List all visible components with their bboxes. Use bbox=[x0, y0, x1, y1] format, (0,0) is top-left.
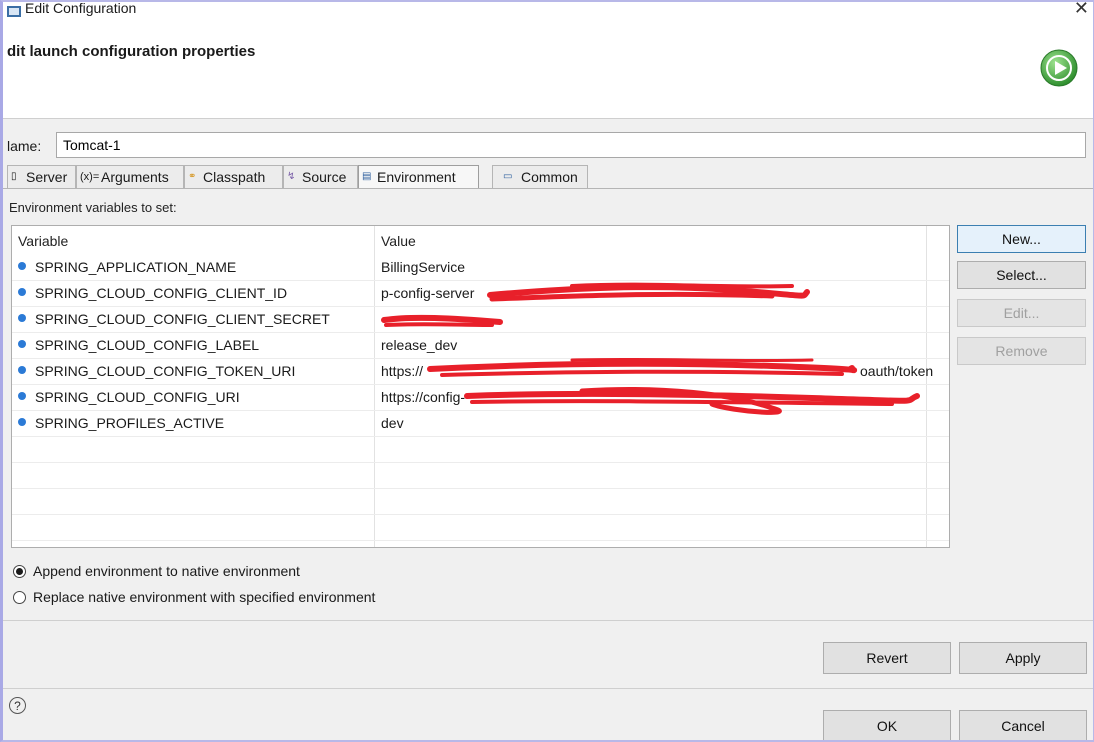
environment-table[interactable]: Variable Value SPRING_APPLICATION_NAME B… bbox=[11, 225, 950, 548]
variable-icon bbox=[18, 314, 26, 322]
radio-selected-indicator[interactable] bbox=[13, 565, 26, 578]
radio-label: Replace native environment with specifie… bbox=[33, 589, 376, 605]
cancel-button[interactable]: Cancel bbox=[959, 710, 1087, 740]
tab-source[interactable]: ↯ Source bbox=[283, 165, 358, 188]
tab-label: Environment bbox=[377, 169, 456, 185]
column-header-variable[interactable]: Variable bbox=[18, 233, 68, 249]
environment-variables-label: Environment variables to set: bbox=[9, 200, 177, 215]
window-title: Edit Configuration bbox=[25, 0, 137, 16]
variable-value: release_dev bbox=[381, 337, 458, 353]
tab-classpath[interactable]: ⚭ Classpath bbox=[184, 165, 283, 188]
tab-divider bbox=[3, 188, 1093, 189]
variable-icon bbox=[18, 262, 26, 270]
header-title: dit launch configuration properties bbox=[7, 43, 256, 60]
environment-icon: ▤ bbox=[362, 171, 372, 182]
classpath-icon: ⚭ bbox=[188, 171, 197, 182]
variable-icon bbox=[18, 288, 26, 296]
variable-name: SPRING_CLOUD_CONFIG_URI bbox=[35, 389, 240, 405]
section-divider bbox=[3, 620, 1093, 621]
title-bar: Edit Configuration ✕ bbox=[3, 2, 1093, 22]
empty-row bbox=[12, 489, 949, 515]
tab-common[interactable]: ▭ Common bbox=[492, 165, 588, 188]
tab-label: Source bbox=[302, 169, 347, 185]
column-header-value[interactable]: Value bbox=[381, 233, 416, 249]
variable-name: SPRING_CLOUD_CONFIG_CLIENT_ID bbox=[35, 285, 288, 301]
close-icon[interactable]: ✕ bbox=[1074, 2, 1089, 19]
apply-button[interactable]: Apply bbox=[959, 642, 1087, 674]
name-input[interactable] bbox=[56, 132, 1086, 158]
variable-value-suffix: oauth/token bbox=[860, 363, 934, 379]
variable-name: SPRING_PROFILES_ACTIVE bbox=[35, 415, 225, 431]
select-button[interactable]: Select... bbox=[957, 261, 1086, 289]
variable-icon bbox=[18, 418, 26, 426]
empty-row bbox=[12, 437, 949, 463]
tab-label: Server bbox=[26, 169, 68, 185]
radio-label: Append environment to native environment bbox=[33, 563, 300, 579]
variable-icon bbox=[18, 340, 26, 348]
variable-icon bbox=[18, 392, 26, 400]
tab-server[interactable]: ▯ Server bbox=[7, 165, 76, 188]
table-row[interactable]: SPRING_CLOUD_CONFIG_TOKEN_URI https:// o… bbox=[12, 359, 949, 385]
variable-name: SPRING_APPLICATION_NAME bbox=[35, 259, 237, 275]
empty-row bbox=[12, 515, 949, 541]
variable-name: SPRING_CLOUD_CONFIG_LABEL bbox=[35, 337, 260, 353]
tab-label: Common bbox=[521, 169, 578, 185]
server-icon: ▯ bbox=[11, 171, 17, 182]
variable-icon bbox=[18, 366, 26, 374]
dialog-header: dit launch configuration properties bbox=[3, 22, 1093, 119]
help-icon[interactable]: ? bbox=[9, 697, 26, 714]
variable-value: BillingService bbox=[381, 259, 466, 275]
table-row[interactable]: SPRING_CLOUD_CONFIG_LABEL release_dev bbox=[12, 333, 949, 359]
name-label: lame: bbox=[7, 138, 42, 154]
variable-value: dev bbox=[381, 415, 404, 431]
radio-indicator[interactable] bbox=[13, 591, 26, 604]
table-row[interactable]: SPRING_CLOUD_CONFIG_URI https://config- bbox=[12, 385, 949, 411]
footer-divider bbox=[3, 688, 1093, 689]
remove-button[interactable]: Remove bbox=[957, 337, 1086, 365]
tab-label: Classpath bbox=[203, 169, 266, 185]
source-icon: ↯ bbox=[287, 171, 296, 182]
variable-value: p-config-server bbox=[381, 285, 475, 301]
table-row[interactable]: SPRING_APPLICATION_NAME BillingService bbox=[12, 255, 949, 281]
edit-button[interactable]: Edit... bbox=[957, 299, 1086, 327]
variable-value: https:// bbox=[381, 363, 424, 379]
new-button[interactable]: New... bbox=[957, 225, 1086, 253]
tab-arguments[interactable]: (x)= Arguments bbox=[76, 165, 184, 188]
revert-button[interactable]: Revert bbox=[823, 642, 951, 674]
table-row[interactable]: SPRING_CLOUD_CONFIG_CLIENT_SECRET bbox=[12, 307, 949, 333]
arguments-icon: (x)= bbox=[80, 171, 100, 183]
run-icon bbox=[1040, 49, 1078, 87]
ok-button[interactable]: OK bbox=[823, 710, 951, 740]
table-row[interactable]: SPRING_PROFILES_ACTIVE dev bbox=[12, 411, 949, 437]
table-row[interactable]: SPRING_CLOUD_CONFIG_CLIENT_ID p-config-s… bbox=[12, 281, 949, 307]
variable-name: SPRING_CLOUD_CONFIG_CLIENT_SECRET bbox=[35, 311, 330, 327]
edit-configuration-dialog: Edit Configuration ✕ dit launch configur… bbox=[0, 0, 1094, 742]
app-icon bbox=[7, 6, 21, 17]
variable-name: SPRING_CLOUD_CONFIG_TOKEN_URI bbox=[35, 363, 296, 379]
common-icon: ▭ bbox=[503, 171, 513, 182]
tab-environment[interactable]: ▤ Environment bbox=[358, 165, 479, 189]
empty-row bbox=[12, 463, 949, 489]
variable-value: https://config- bbox=[381, 389, 466, 405]
tab-label: Arguments bbox=[101, 169, 169, 185]
